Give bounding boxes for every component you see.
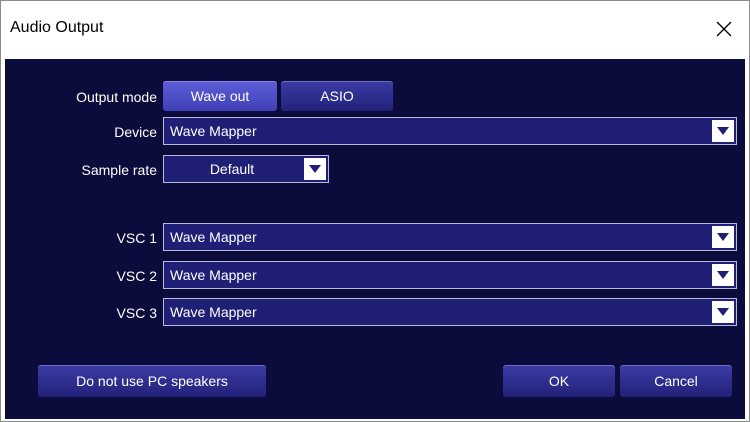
cancel-button[interactable]: Cancel	[620, 365, 732, 397]
sample-rate-dropdown[interactable]: Default	[163, 155, 329, 183]
chevron-down-icon	[717, 127, 729, 135]
vsc3-dropdown[interactable]: Wave Mapper	[163, 298, 737, 326]
sample-rate-value: Default	[209, 161, 255, 177]
vsc1-label: VSC 1	[116, 230, 157, 246]
vsc2-dropdown[interactable]: Wave Mapper	[163, 261, 737, 289]
title-bar: Audio Output	[1, 1, 749, 57]
chevron-down-icon	[717, 308, 729, 316]
chevron-down-icon	[309, 165, 321, 173]
vsc3-dropdown-arrow[interactable]	[712, 301, 734, 323]
sample-rate-label: Sample rate	[81, 162, 157, 178]
audio-output-dialog: Audio Output Output mode Wave out ASIO D…	[0, 0, 750, 422]
window-title: Audio Output	[10, 19, 104, 36]
vsc3-value: Wave Mapper	[170, 304, 257, 320]
device-label: Device	[114, 124, 157, 140]
vsc1-dropdown-arrow[interactable]	[712, 226, 734, 248]
device-dropdown-arrow[interactable]	[712, 120, 734, 142]
vsc1-value: Wave Mapper	[170, 229, 257, 245]
do-not-use-pc-speakers-button[interactable]: Do not use PC speakers	[38, 365, 266, 397]
close-icon	[716, 21, 732, 37]
vsc2-dropdown-arrow[interactable]	[712, 264, 734, 286]
vsc2-label: VSC 2	[116, 268, 157, 284]
chevron-down-icon	[717, 271, 729, 279]
dialog-body: Output mode Wave out ASIO Device Wave Ma…	[5, 59, 745, 419]
wave-out-button[interactable]: Wave out	[163, 81, 277, 111]
chevron-down-icon	[717, 233, 729, 241]
ok-button[interactable]: OK	[503, 365, 615, 397]
vsc3-label: VSC 3	[116, 305, 157, 321]
vsc2-value: Wave Mapper	[170, 267, 257, 283]
close-button[interactable]	[701, 9, 747, 49]
output-mode-label: Output mode	[76, 89, 157, 105]
asio-button[interactable]: ASIO	[281, 81, 393, 111]
device-dropdown[interactable]: Wave Mapper	[163, 117, 737, 145]
device-value: Wave Mapper	[170, 123, 257, 139]
vsc1-dropdown[interactable]: Wave Mapper	[163, 223, 737, 251]
sample-rate-dropdown-arrow[interactable]	[304, 158, 326, 180]
